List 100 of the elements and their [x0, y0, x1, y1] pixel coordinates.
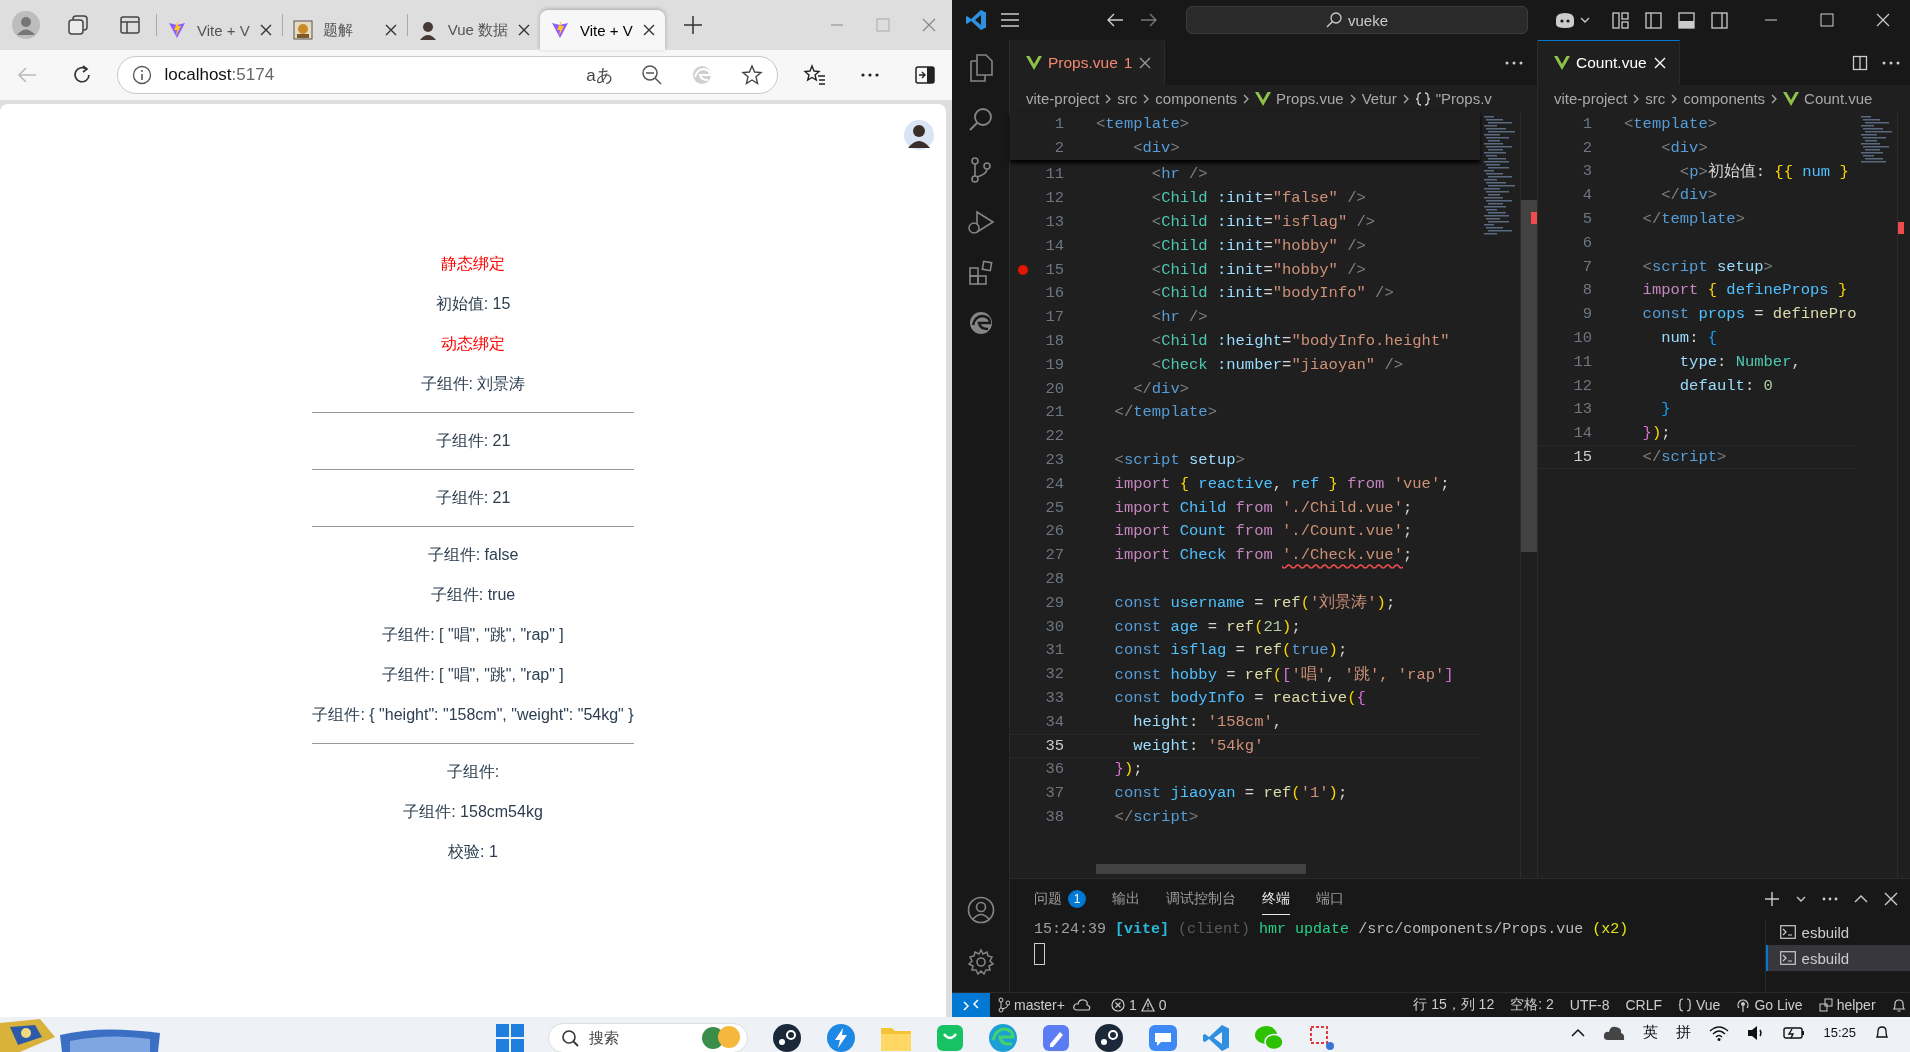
- sidebar-icon[interactable]: [914, 66, 935, 84]
- page-text: 校验: 1: [447, 842, 499, 862]
- favorites-icon[interactable]: [803, 64, 828, 86]
- info-icon[interactable]: [132, 65, 153, 85]
- more-icon[interactable]: [1505, 60, 1523, 65]
- caret-icon[interactable]: [1795, 895, 1806, 904]
- scrollbar-thumb[interactable]: [1521, 200, 1537, 552]
- input-method-indicator[interactable]: 英: [1643, 1023, 1659, 1042]
- horizontal-scrollbar[interactable]: [1096, 864, 1306, 875]
- battery-icon[interactable]: [1783, 1025, 1806, 1040]
- go-live-button[interactable]: Go Live: [1728, 997, 1811, 1013]
- files-icon[interactable]: [967, 54, 994, 82]
- breadcrumb[interactable]: vite-project: [1026, 90, 1100, 107]
- breadcrumb[interactable]: components: [1155, 90, 1238, 107]
- breadcrumb[interactable]: vite-project: [1554, 90, 1628, 107]
- panel-tab[interactable]: 输出: [1112, 883, 1140, 915]
- browser-tab[interactable]: Vite + V: [157, 10, 282, 50]
- add-terminal-icon[interactable]: [1763, 891, 1780, 908]
- close-icon[interactable]: [642, 24, 655, 36]
- clock-time[interactable]: 15:25: [1823, 1025, 1856, 1040]
- maximize-panel-icon[interactable]: [1853, 894, 1868, 905]
- notification-icon[interactable]: [1874, 1024, 1890, 1041]
- chat-app-icon[interactable]: [1148, 1024, 1178, 1052]
- terminal-item[interactable]: esbuild: [1765, 919, 1910, 946]
- close-icon[interactable]: [384, 24, 397, 36]
- panel-tab[interactable]: 终端: [1262, 883, 1290, 915]
- panel-tab[interactable]: 端口: [1316, 883, 1344, 915]
- eol-status[interactable]: CRLF: [1617, 997, 1670, 1013]
- bell-icon[interactable]: [1891, 997, 1906, 1013]
- windows-icon[interactable]: [496, 1024, 524, 1052]
- new-tab-icon[interactable]: [682, 15, 703, 35]
- menu-icon[interactable]: [1000, 12, 1020, 28]
- avatar-icon[interactable]: [904, 120, 934, 150]
- command-search-field[interactable]: vueke: [1186, 6, 1528, 34]
- breadcrumb[interactable]: "Props.v: [1435, 90, 1492, 107]
- zoom-out-icon[interactable]: [640, 64, 663, 86]
- line-number: 6: [1581, 233, 1592, 252]
- pen-app-icon[interactable]: [1042, 1024, 1070, 1052]
- run-debug-icon[interactable]: [966, 208, 995, 236]
- browser-tab[interactable]: Vite + V: [540, 10, 665, 50]
- input-method-indicator[interactable]: 拼: [1676, 1023, 1692, 1042]
- caret-icon[interactable]: [1580, 16, 1590, 24]
- extensions-icon[interactable]: [967, 260, 994, 286]
- address-bar[interactable]: localhost:5174 aあ: [117, 56, 778, 94]
- encoding-status[interactable]: UTF-8: [1561, 997, 1618, 1013]
- breadcrumb[interactable]: Props.vue: [1276, 90, 1344, 107]
- panel-toggle-icon[interactable]: [1678, 11, 1695, 29]
- breakpoint-dot[interactable]: [1018, 264, 1028, 275]
- account-icon[interactable]: [966, 896, 995, 924]
- breadcrumb[interactable]: Vetur: [1361, 90, 1397, 107]
- close-icon[interactable]: [1138, 56, 1153, 70]
- lightning-app-icon[interactable]: [826, 1023, 856, 1052]
- helper-status[interactable]: helper: [1810, 997, 1884, 1013]
- cursor-position[interactable]: 行 15，列 12: [1405, 996, 1503, 1014]
- taskbar-search-field[interactable]: 搜索: [548, 1023, 748, 1052]
- source-control-icon[interactable]: [968, 156, 993, 184]
- chevron-up-icon[interactable]: [1571, 1027, 1586, 1038]
- edge-icon[interactable]: [967, 310, 994, 336]
- maximize-icon[interactable]: [1819, 13, 1834, 27]
- vscode-icon[interactable]: [1202, 1024, 1230, 1052]
- forward-icon[interactable]: [1140, 12, 1158, 28]
- snipping-icon[interactable]: [1308, 1024, 1336, 1052]
- star-icon[interactable]: [740, 64, 763, 86]
- vertical-tabs-icon[interactable]: [119, 14, 141, 36]
- layout-icon[interactable]: [1612, 11, 1629, 29]
- code-line: const age = ref(21);: [1113, 617, 1301, 636]
- language-status[interactable]: Vue: [1670, 997, 1729, 1013]
- wifi-icon[interactable]: [1709, 1024, 1730, 1041]
- read-aloud-button[interactable]: aあ: [586, 63, 613, 87]
- browser-tab[interactable]: Vue 数据: [407, 10, 540, 50]
- split-editor-icon[interactable]: [1851, 54, 1868, 71]
- back-icon[interactable]: [1106, 12, 1124, 28]
- panel-tab[interactable]: 调试控制台: [1166, 883, 1236, 915]
- editor-tab[interactable]: Count.vue: [1538, 40, 1680, 85]
- breadcrumb[interactable]: Count.vue: [1804, 90, 1873, 107]
- profile-icon[interactable]: [12, 11, 40, 39]
- breadcrumb[interactable]: src: [1645, 90, 1666, 107]
- problems-status[interactable]: 1 0: [1102, 997, 1175, 1013]
- more-icon[interactable]: [1881, 60, 1900, 65]
- secondary-sidebar-icon[interactable]: [1711, 11, 1728, 29]
- close-icon[interactable]: [518, 24, 530, 36]
- search-icon[interactable]: [967, 106, 994, 132]
- cloud-icon[interactable]: [1603, 1024, 1626, 1041]
- edge-icon[interactable]: [988, 1023, 1018, 1052]
- sidebar-toggle-icon[interactable]: [1645, 11, 1662, 29]
- collections-icon[interactable]: [67, 14, 89, 36]
- terminal-item[interactable]: esbuild: [1765, 945, 1910, 972]
- panel-tab[interactable]: 问题 1: [1034, 883, 1086, 915]
- browser-tab[interactable]: 题解: [282, 10, 407, 50]
- close-icon[interactable]: [259, 24, 272, 36]
- indent-status[interactable]: 空格: 2: [1502, 996, 1562, 1014]
- branch-status[interactable]: master+: [990, 997, 1073, 1013]
- more-icon[interactable]: [860, 73, 879, 77]
- breadcrumb[interactable]: components: [1683, 90, 1766, 107]
- cloud-sync-icon[interactable]: [1072, 998, 1091, 1012]
- line-number: 12: [1044, 189, 1064, 208]
- more-icon[interactable]: [1821, 897, 1838, 902]
- editor-tab[interactable]: Props.vue 1: [1010, 40, 1166, 85]
- breadcrumb[interactable]: src: [1117, 90, 1138, 107]
- settings-icon[interactable]: [966, 948, 995, 976]
